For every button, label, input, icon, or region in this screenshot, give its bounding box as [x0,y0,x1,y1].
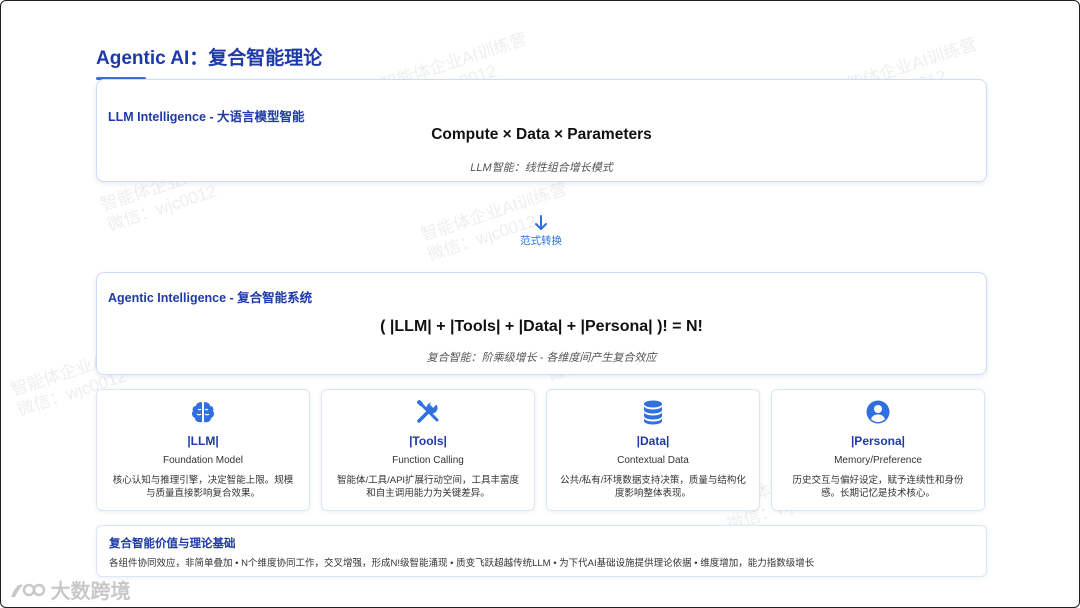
feature-name: |Tools| [409,434,447,448]
agentic-formula: ( |LLM| + |Tools| + |Data| + |Persona| )… [380,318,703,335]
summary-card: 复合智能价值与理论基础 各组件协同效应，非简单叠加 • N个维度协同工作，交叉增… [96,525,987,577]
feature-description: 智能体/工具/API扩展行动空间，工具丰富度和自主调用能力为关键差异。 [336,475,520,499]
tools-icon [322,398,534,426]
agentic-intelligence-card: Agentic Intelligence - 复合智能系统 ( |LLM| + … [96,272,987,375]
llm-formula: Compute × Data × Parameters [431,126,652,143]
paradigm-shift: 范式转换 [491,215,591,248]
summary-title: 复合智能价值与理论基础 [109,538,236,550]
feature-description: 核心认知与推理引擎，决定智能上限。规模与质量直接影响复合效果。 [112,475,294,499]
page-title: Agentic AI：复合智能理论 [96,48,323,69]
arrow-down-icon [491,215,591,231]
feature-card-tools: |Tools| Function Calling 智能体/工具/API扩展行动空… [321,389,535,511]
brand-logo: 大数跨境 [9,575,131,604]
feature-description: 公共/私有/环境数据支持决策，质量与结构化度影响整体表现。 [560,475,746,499]
brain-icon [97,398,309,426]
feature-card-llm: |LLM| Foundation Model 核心认知与推理引擎，决定智能上限。… [96,389,310,511]
agentic-card-heading: Agentic Intelligence - 复合智能系统 [108,291,313,305]
llm-caption: LLM智能：线性组合增长模式 [470,162,613,174]
database-icon [547,398,759,426]
paradigm-shift-label: 范式转换 [520,235,562,247]
feature-name: |Data| [636,434,670,448]
agentic-caption: 复合智能：阶乘级增长 - 各维度间产生复合效应 [426,352,657,364]
llm-intelligence-card: LLM Intelligence - 大语言模型智能 Compute × Dat… [96,79,987,182]
slide: 智能体企业AI训练营微信：wjc0012 智能体企业AI训练营微信：wjc001… [0,0,1080,608]
feature-subtitle: Contextual Data [617,455,689,466]
user-icon [772,398,984,426]
feature-subtitle: Foundation Model [162,455,244,466]
llm-card-heading: LLM Intelligence - 大语言模型智能 [108,110,305,124]
feature-name: |LLM| [187,434,219,448]
feature-subtitle: Function Calling [392,455,464,466]
feature-card-persona: |Persona| Memory/Preference 历史交互与偏好设定，赋予… [771,389,985,511]
feature-name: |Persona| [850,434,906,448]
feature-subtitle: Memory/Preference [834,455,922,466]
feature-card-data: |Data| Contextual Data 公共/私有/环境数据支持决策，质量… [546,389,760,511]
feature-description: 历史交互与偏好设定，赋予连续性和身份感。长期记忆是技术核心。 [792,475,964,499]
summary-text: 各组件协同效应，非简单叠加 • N个维度协同工作，交叉增强，形成N!级智能涌现 … [109,558,815,569]
logo-text: 大数跨境 [50,581,131,603]
logo-icon [9,578,51,600]
